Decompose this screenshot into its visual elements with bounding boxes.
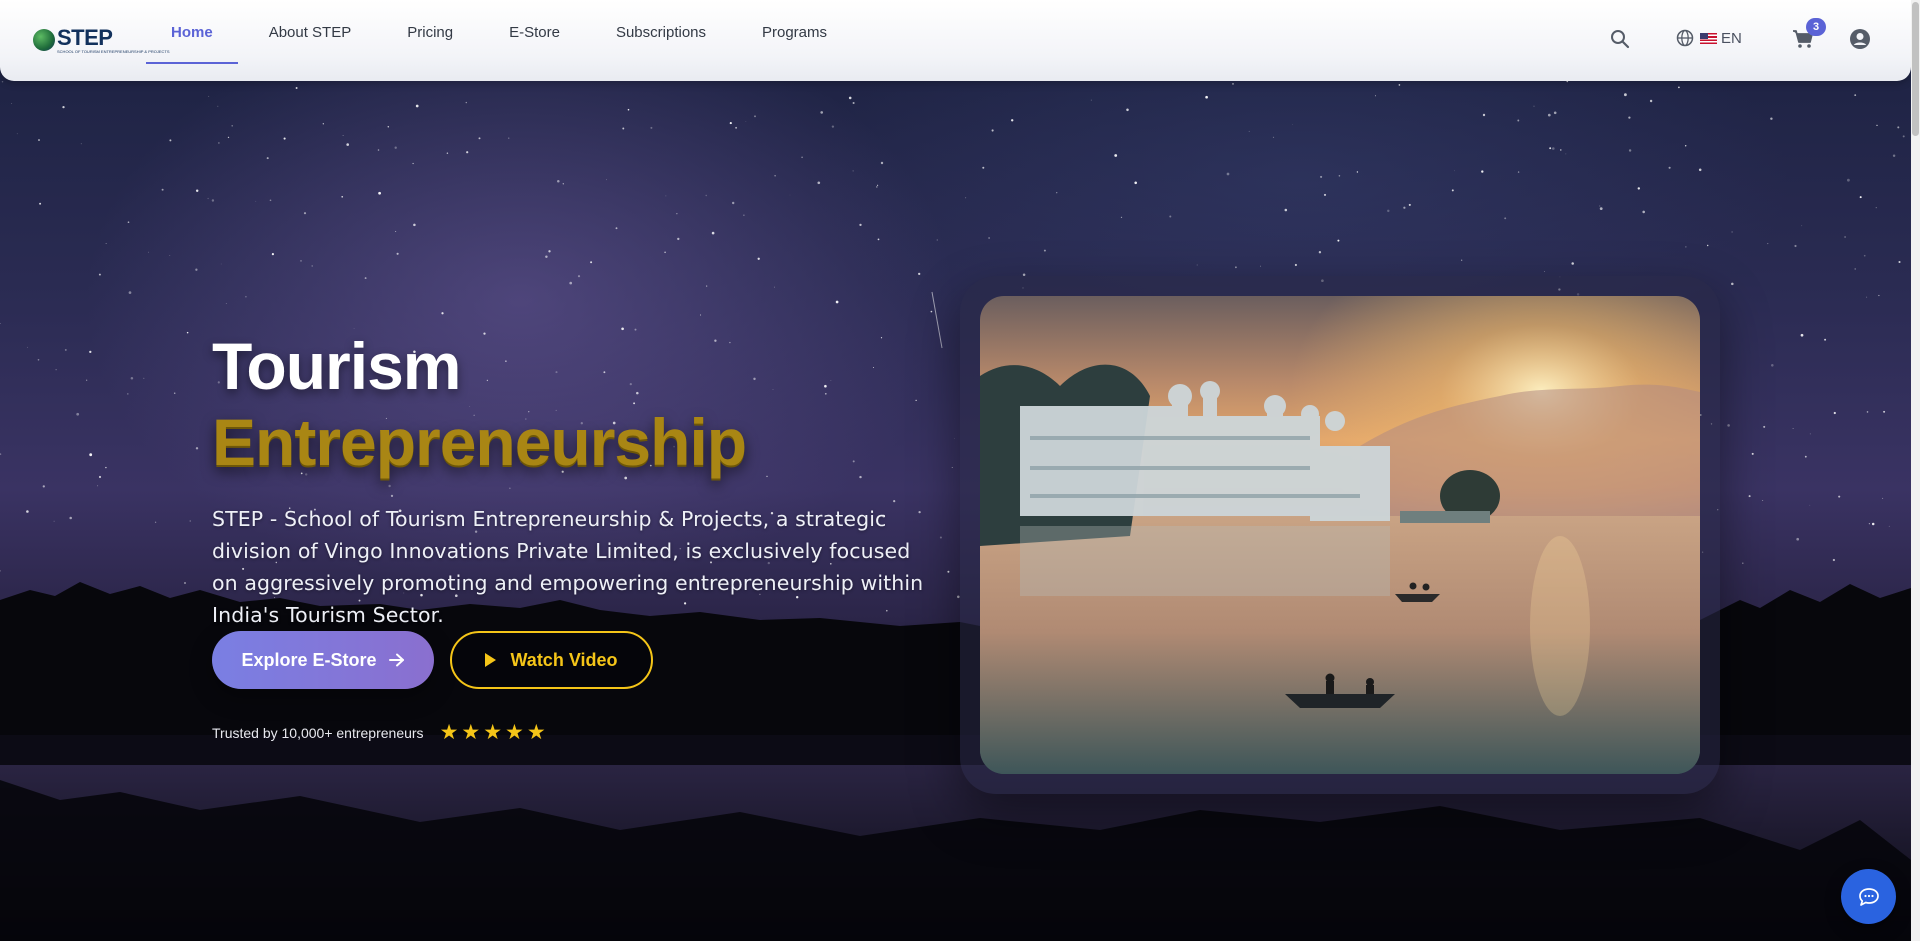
star-icon: ★: [461, 721, 481, 744]
globe-logo-icon: [33, 29, 55, 51]
top-navbar: STEP SCHOOL OF TOURISM ENTREPRENEURSHIP …: [0, 0, 1911, 81]
chat-bubble-icon[interactable]: [1841, 869, 1896, 924]
trust-text: Trusted by 10,000+ entrepreneurs: [212, 724, 424, 741]
nav-item-programs[interactable]: Programs: [737, 0, 852, 64]
hero-description: STEP - School of Tourism Entrepreneurshi…: [212, 507, 924, 627]
trust-indicator: Trusted by 10,000+ entrepreneurs ★ ★ ★ ★ ★: [212, 722, 549, 743]
nav-item-pricing[interactable]: Pricing: [382, 0, 478, 64]
explore-estore-label: Explore E-Store: [241, 649, 377, 670]
step-logo[interactable]: STEP SCHOOL OF TOURISM ENTREPRENEURSHIP …: [33, 20, 170, 60]
language-label: EN: [1721, 29, 1742, 47]
nav-item-estore[interactable]: E-Store: [484, 0, 585, 64]
account-icon[interactable]: [1849, 28, 1871, 50]
main-nav: Home About STEP Pricing E-Store Subscrip…: [146, 0, 852, 64]
star-icon: ★: [526, 721, 546, 744]
watch-video-button[interactable]: Watch Video: [450, 631, 653, 689]
hero-title-line1: Tourism: [212, 329, 461, 403]
watch-video-label: Watch Video: [510, 649, 618, 670]
language-selector[interactable]: EN: [1676, 29, 1742, 47]
star-icon: ★: [439, 721, 459, 744]
arrow-right-icon: [388, 653, 405, 667]
us-flag-icon: [1700, 32, 1717, 44]
page-scrollbar[interactable]: [1911, 0, 1920, 941]
search-icon[interactable]: [1609, 28, 1631, 50]
lake-palace-sunset-photo: [980, 296, 1700, 774]
star-icon: ★: [505, 721, 524, 744]
nav-item-about[interactable]: About STEP: [244, 0, 377, 64]
play-icon: [485, 653, 497, 667]
nav-item-subscriptions[interactable]: Subscriptions: [591, 0, 731, 64]
globe-icon: [1676, 29, 1694, 47]
explore-estore-button[interactable]: Explore E-Store: [212, 631, 434, 689]
hero-image-card: [960, 276, 1720, 794]
star-icon: ★: [483, 721, 503, 744]
nav-item-home[interactable]: Home: [146, 0, 238, 64]
scrollbar-thumb[interactable]: [1912, 2, 1919, 136]
hero-title-line2: Entrepreneurship: [212, 405, 747, 479]
cart-count-badge: 3: [1806, 18, 1826, 36]
rating-stars: ★ ★ ★ ★ ★: [440, 722, 549, 743]
